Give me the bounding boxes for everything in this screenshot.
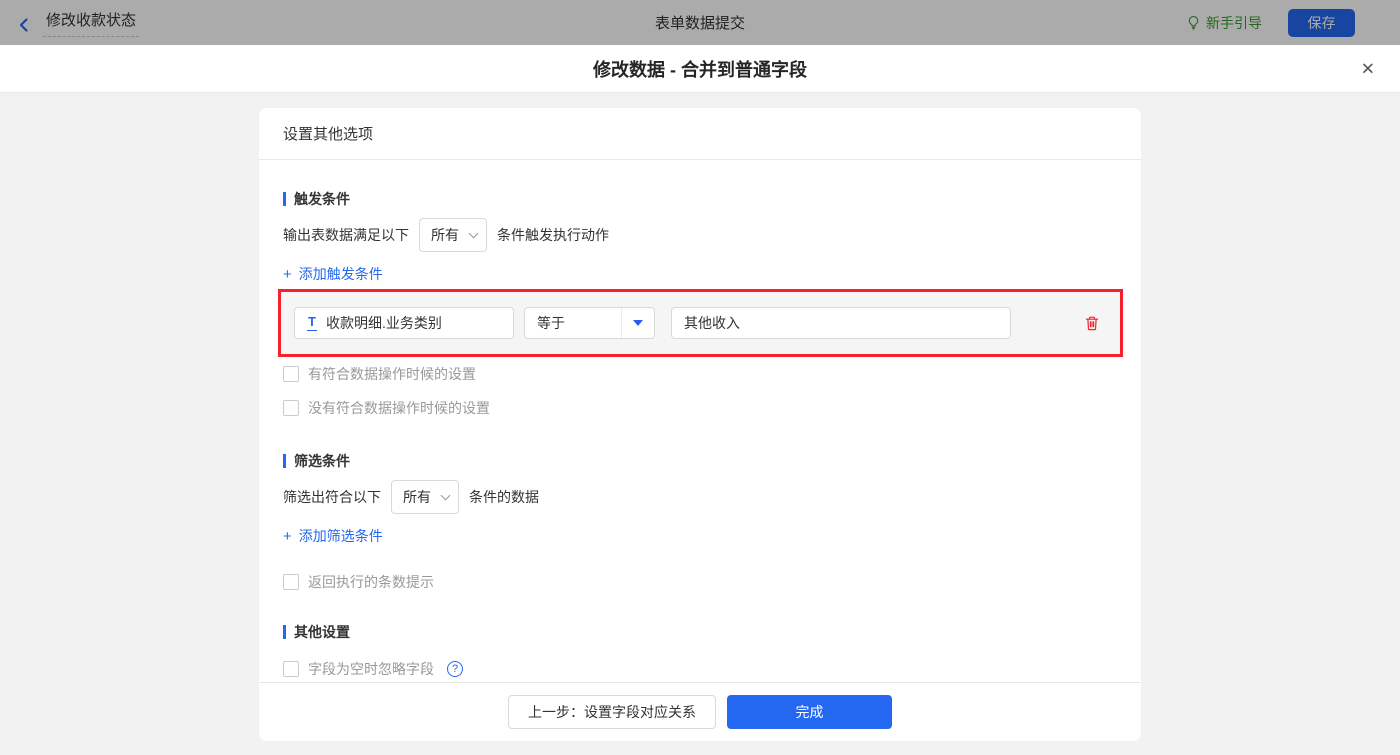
add-trigger-condition-link[interactable]: + 添加触发条件 [283,264,383,284]
checkbox-row-ignore-empty: 字段为空时忽略字段 ? [283,659,463,679]
close-icon[interactable]: ✕ [1361,60,1375,77]
modal-dim-overlay [0,0,1400,45]
filter-match-select-value: 所有 [403,489,431,505]
checkbox-return-count-label: 返回执行的条数提示 [308,574,434,590]
trigger-match-select[interactable]: 所有 [419,218,487,252]
checkbox-has-match[interactable] [283,366,299,382]
card-content: 触发条件 输出表数据满足以下 所有 条件触发执行动作 + 添加触发条件 T 收款… [259,160,1141,682]
plus-icon: + [283,265,292,283]
trigger-match-row: 输出表数据满足以下 所有 条件触发执行动作 [283,218,1117,252]
plus-icon: + [283,527,292,545]
triangle-down-icon [633,320,643,326]
checkbox-return-count[interactable] [283,574,299,590]
top-bar: 修改收款状态 表单数据提交 新手引导 保存 [0,0,1400,45]
add-filter-condition-label: 添加筛选条件 [298,528,383,544]
dialog-body: 设置其他选项 触发条件 输出表数据满足以下 所有 条件触发执行动作 + 添加触发… [0,93,1400,755]
trigger-section-title: 触发条件 [283,189,1117,209]
trash-icon [1085,316,1099,330]
trigger-condition-row-highlighted: T 收款明细.业务类别 等于 其他收入 [278,289,1123,357]
dialog-header: 修改数据 - 合并到普通字段 ✕ [0,45,1400,93]
checkbox-no-match-label: 没有符合数据操作时候的设置 [308,400,490,416]
checkbox-row-no-match: 没有符合数据操作时候的设置 [283,398,490,418]
options-card: 设置其他选项 触发条件 输出表数据满足以下 所有 条件触发执行动作 + 添加触发… [259,108,1141,741]
filter-match-select[interactable]: 所有 [391,480,459,514]
text-field-type-icon: T [307,314,317,331]
filter-match-row: 筛选出符合以下 所有 条件的数据 [283,480,1117,514]
operator-caret-zone[interactable] [621,308,654,338]
filter-row-suffix: 条件的数据 [469,489,539,505]
add-filter-condition-link[interactable]: + 添加筛选条件 [283,526,383,546]
condition-operator-value: 等于 [537,315,565,331]
chevron-down-icon [468,228,479,238]
checkbox-row-return-count: 返回执行的条数提示 [283,572,434,592]
delete-condition-button[interactable] [1084,315,1100,332]
condition-operator-select[interactable]: 等于 [524,307,655,339]
chevron-down-icon [440,490,451,500]
done-button[interactable]: 完成 [727,695,892,729]
checkbox-ignore-empty-label: 字段为空时忽略字段 [308,661,434,677]
other-section-title: 其他设置 [283,622,1117,642]
checkbox-row-has-match: 有符合数据操作时候的设置 [283,364,476,384]
help-question-icon[interactable]: ? [447,661,463,677]
checkbox-ignore-empty[interactable] [283,661,299,677]
condition-field-value: 收款明细.业务类别 [325,315,442,331]
checkbox-no-match[interactable] [283,400,299,416]
add-trigger-condition-label: 添加触发条件 [298,266,383,282]
previous-step-button[interactable]: 上一步：设置字段对应关系 [508,695,716,729]
trigger-match-select-value: 所有 [431,227,459,243]
filter-section-title: 筛选条件 [283,451,1117,471]
checkbox-has-match-label: 有符合数据操作时候的设置 [308,366,476,382]
card-header-title: 设置其他选项 [259,108,1141,160]
filter-row-prefix: 筛选出符合以下 [283,489,381,505]
trigger-row-suffix: 条件触发执行动作 [497,227,609,243]
dialog-title: 修改数据 - 合并到普通字段 [593,59,807,80]
condition-field-select[interactable]: T 收款明细.业务类别 [294,307,514,339]
condition-value-text: 其他收入 [684,315,740,331]
card-footer: 上一步：设置字段对应关系 完成 [259,682,1141,741]
condition-value-input[interactable]: 其他收入 [671,307,1011,339]
trigger-row-prefix: 输出表数据满足以下 [283,227,409,243]
